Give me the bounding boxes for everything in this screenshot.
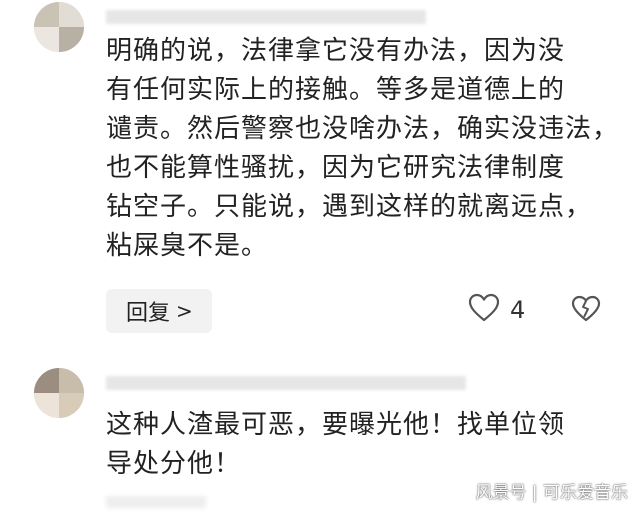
reply-button[interactable]: 回复 >: [106, 289, 212, 333]
like-button[interactable]: 4: [468, 293, 525, 327]
avatar[interactable]: [34, 2, 84, 52]
username-blurred: [106, 376, 466, 390]
text-line: 这种人渣最可恶，要曝光他！找单位领: [106, 410, 566, 440]
avatar[interactable]: [34, 368, 84, 418]
chevron-right-icon: >: [176, 299, 193, 323]
watermark: 风景号 | 可乐爱音乐: [475, 483, 628, 503]
username-blurred: [106, 10, 426, 24]
broken-heart-icon: [571, 295, 601, 327]
text-line: 有任何实际上的接触。等多是道德上的: [106, 75, 566, 105]
text-line: 粘屎臭不是。: [106, 231, 269, 261]
text-line: 谴责。然后警察也没啥办法，确实没违法，: [106, 114, 620, 144]
text-line: 钻空子。只能说，遇到这样的就离远点，: [106, 192, 593, 222]
text-line: 也不能算性骚扰，因为它研究法律制度: [106, 153, 566, 183]
next-item-blurred: [106, 496, 206, 508]
comment-2-text: 这种人渣最可恶，要曝光他！找单位领 导处分他！: [106, 406, 565, 484]
heart-outline-icon: [468, 293, 500, 327]
text-line: 明确的说，法律拿它没有办法，因为没: [106, 36, 566, 66]
dislike-button[interactable]: [571, 295, 601, 327]
comment-1-text: 明确的说，法律拿它没有办法，因为没 有任何实际上的接触。等多是道德上的 谴责。然…: [106, 32, 619, 266]
reply-label: 回复: [126, 301, 171, 326]
like-count: 4: [510, 296, 526, 324]
text-line: 导处分他！: [106, 449, 242, 479]
